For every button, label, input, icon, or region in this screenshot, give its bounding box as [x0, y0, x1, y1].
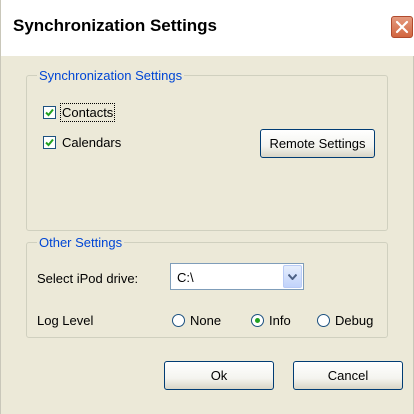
- sync-settings-group: Synchronization Settings Contacts Calend…: [26, 68, 388, 231]
- log-level-debug[interactable]: Debug: [317, 313, 373, 328]
- radio-debug[interactable]: [317, 314, 330, 327]
- title-bar: Synchronization Settings: [1, 0, 414, 56]
- sync-settings-legend: Synchronization Settings: [37, 68, 185, 83]
- log-level-info[interactable]: Info: [251, 313, 291, 328]
- contacts-checkbox-row[interactable]: Contacts: [43, 103, 116, 122]
- calendars-checkbox[interactable]: [43, 136, 56, 149]
- radio-none-label: None: [190, 313, 222, 328]
- radio-info-label: Info: [269, 313, 291, 328]
- other-settings-group: Other Settings Select iPod drive: C:\ Lo…: [26, 235, 388, 338]
- contacts-label: Contacts: [59, 103, 116, 122]
- checkmark-icon: [45, 108, 54, 117]
- ipod-drive-select[interactable]: C:\: [170, 263, 304, 290]
- remote-settings-label: Remote Settings: [269, 136, 366, 151]
- close-icon: [395, 20, 409, 34]
- radio-info[interactable]: [251, 314, 264, 327]
- close-button[interactable]: [391, 16, 413, 38]
- calendars-label: Calendars: [62, 135, 122, 150]
- checkmark-icon: [45, 138, 54, 147]
- log-level-none[interactable]: None: [172, 313, 221, 328]
- cancel-button[interactable]: Cancel: [293, 361, 403, 390]
- window-title: Synchronization Settings: [13, 16, 218, 35]
- radio-none[interactable]: [172, 314, 185, 327]
- ok-button[interactable]: Ok: [164, 361, 274, 390]
- sync-settings-dialog: Synchronization Settings Synchronization…: [0, 0, 414, 414]
- calendars-checkbox-row[interactable]: Calendars: [43, 135, 121, 150]
- radio-debug-label: Debug: [335, 313, 374, 328]
- chevron-down-icon: [288, 274, 297, 280]
- other-settings-legend: Other Settings: [37, 235, 125, 250]
- contacts-checkbox[interactable]: [43, 106, 56, 119]
- cancel-label: Cancel: [327, 368, 369, 383]
- ipod-drive-value: C:\: [177, 270, 194, 285]
- ok-label: Ok: [210, 368, 228, 383]
- remote-settings-button[interactable]: Remote Settings: [260, 129, 375, 158]
- dropdown-button[interactable]: [283, 265, 302, 288]
- log-level-label: Log Level: [37, 313, 94, 328]
- ipod-drive-label: Select iPod drive:: [37, 271, 139, 286]
